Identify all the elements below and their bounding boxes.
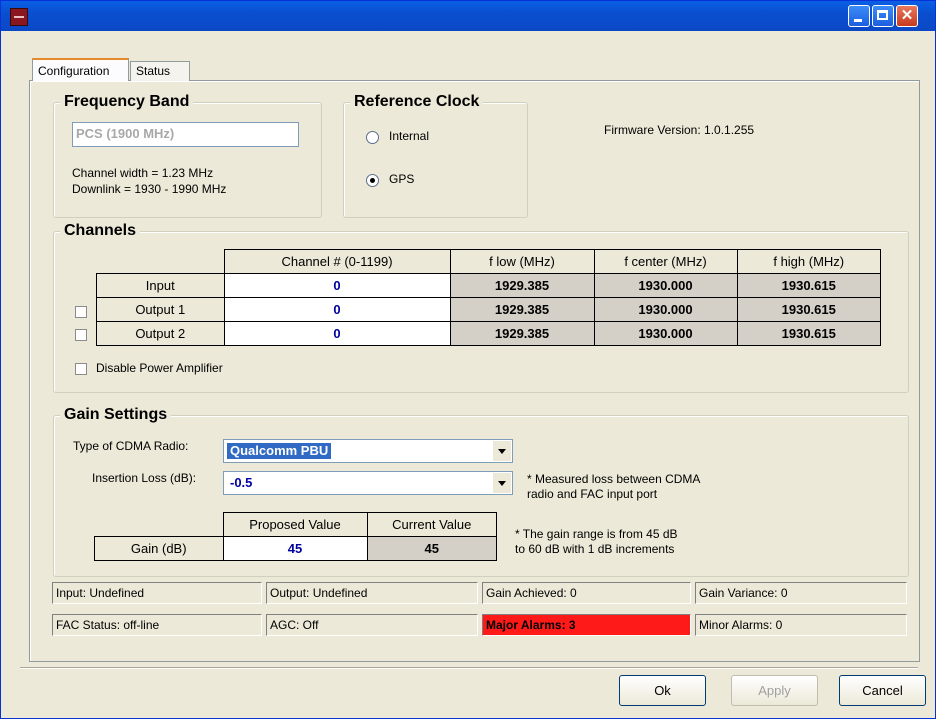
internal-radio-label[interactable]: Internal — [389, 129, 429, 143]
channel-number-cell[interactable]: 0 — [223, 321, 451, 346]
frequency-band-title: Frequency Band — [60, 92, 194, 112]
frequency-band-group: Frequency Band — [53, 92, 322, 218]
f-low-cell: 1929.385 — [449, 273, 595, 298]
reference-clock-group: Reference Clock — [343, 92, 528, 218]
close-button[interactable] — [896, 5, 918, 27]
corner-cell — [95, 513, 224, 537]
agc-status: AGC: Off — [266, 614, 478, 636]
loss-note-line-2: radio and FAC input port — [527, 487, 658, 501]
loss-note-line-1: * Measured loss between CDMA — [527, 472, 701, 486]
header-current: Current Value — [366, 512, 497, 537]
channels-title: Channels — [60, 221, 141, 241]
gain-achieved-status: Gain Achieved: 0 — [482, 582, 691, 604]
separator — [20, 667, 918, 669]
row-label: Input — [96, 273, 225, 298]
gain-table: Proposed Value Current Value Gain (dB) 4… — [94, 512, 497, 561]
input-status: Input: Undefined — [52, 582, 262, 604]
chevron-down-icon[interactable] — [493, 473, 511, 493]
chevron-down-icon[interactable] — [493, 441, 511, 461]
radio-type-select[interactable]: Qualcomm PBU — [223, 439, 513, 463]
table-row: Output 1 0 1929.385 1930.000 1930.615 — [96, 297, 881, 322]
table-row: Output 2 0 1929.385 1930.000 1930.615 — [96, 321, 881, 346]
gain-settings-title: Gain Settings — [60, 405, 172, 425]
corner-cell — [97, 250, 225, 274]
header-f-low: f low (MHz) — [449, 249, 595, 274]
f-high-cell: 1930.615 — [736, 273, 881, 298]
gps-radio-label[interactable]: GPS — [389, 172, 414, 186]
f-high-cell: 1930.615 — [736, 297, 881, 322]
channel-width-text: Channel width = 1.23 MHz — [72, 166, 214, 180]
f-high-cell: 1930.615 — [736, 321, 881, 346]
output-status: Output: Undefined — [266, 582, 478, 604]
tab-configuration[interactable]: Configuration — [32, 58, 129, 81]
f-center-cell: 1930.000 — [593, 273, 738, 298]
maximize-button[interactable] — [872, 5, 894, 27]
current-gain-cell: 45 — [366, 536, 497, 561]
reference-clock-title: Reference Clock — [350, 92, 484, 112]
internal-radio[interactable] — [366, 131, 379, 144]
channels-header-row: Channel # (0-1199) f low (MHz) f center … — [97, 249, 881, 274]
major-alarms-status: Major Alarms: 3 — [482, 614, 691, 636]
table-row: Gain (dB) 45 45 — [94, 536, 497, 561]
cancel-button[interactable]: Cancel — [839, 675, 926, 706]
firmware-version: Firmware Version: 1.0.1.255 — [604, 123, 755, 137]
ok-button[interactable]: Ok — [619, 675, 706, 706]
output-1-checkbox[interactable] — [75, 306, 87, 318]
table-row: Input 0 1929.385 1930.000 1930.615 — [96, 273, 881, 298]
disable-power-amplifier-label[interactable]: Disable Power Amplifier — [96, 361, 223, 375]
f-center-cell: 1930.000 — [593, 297, 738, 322]
header-proposed: Proposed Value — [222, 512, 368, 537]
app-icon[interactable] — [10, 8, 28, 26]
header-channel: Channel # (0-1199) — [223, 249, 451, 274]
channel-number-cell[interactable]: 0 — [223, 297, 451, 322]
channels-table: Channel # (0-1199) f low (MHz) f center … — [96, 249, 881, 346]
title-bar[interactable] — [1, 1, 935, 31]
range-note-line-1: * The gain range is from 45 dB — [515, 527, 678, 541]
f-low-cell: 1929.385 — [449, 321, 595, 346]
gps-radio[interactable] — [366, 174, 379, 187]
gain-label: Gain (dB) — [94, 536, 224, 561]
downlink-text: Downlink = 1930 - 1990 MHz — [72, 182, 227, 196]
radio-type-label: Type of CDMA Radio: — [73, 439, 189, 453]
header-f-high: f high (MHz) — [736, 249, 881, 274]
insertion-loss-value: -0.5 — [230, 475, 253, 490]
tab-status[interactable]: Status — [130, 61, 190, 81]
fac-status: FAC Status: off-line — [52, 614, 262, 636]
apply-button[interactable]: Apply — [731, 675, 818, 706]
header-f-center: f center (MHz) — [593, 249, 738, 274]
frequency-band-field: PCS (1900 MHz) — [72, 122, 299, 147]
row-label: Output 1 — [96, 297, 225, 322]
gain-header-row: Proposed Value Current Value — [95, 512, 497, 537]
row-label: Output 2 — [96, 321, 225, 346]
gain-variance-status: Gain Variance: 0 — [695, 582, 907, 604]
radio-type-value: Qualcomm PBU — [227, 443, 332, 459]
insertion-loss-label: Insertion Loss (dB): — [92, 471, 197, 485]
disable-power-amplifier-checkbox[interactable] — [75, 363, 87, 375]
f-center-cell: 1930.000 — [593, 321, 738, 346]
insertion-loss-select[interactable]: -0.5 — [223, 471, 513, 495]
proposed-gain-cell[interactable]: 45 — [222, 536, 368, 561]
output-2-checkbox[interactable] — [75, 329, 87, 341]
range-note-line-2: to 60 dB with 1 dB increments — [515, 542, 675, 556]
minor-alarms-status: Minor Alarms: 0 — [695, 614, 907, 636]
minimize-button[interactable] — [848, 5, 870, 27]
f-low-cell: 1929.385 — [449, 297, 595, 322]
channel-number-cell[interactable]: 0 — [223, 273, 451, 298]
